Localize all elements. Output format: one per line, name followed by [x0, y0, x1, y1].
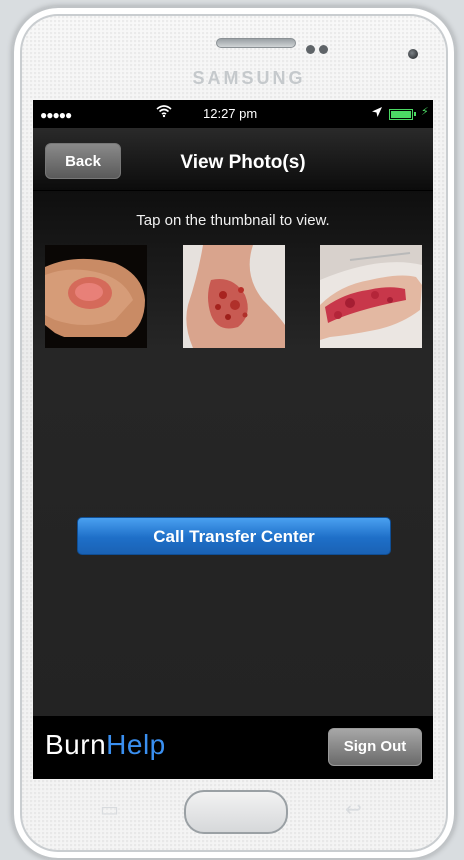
sign-out-button[interactable]: Sign Out [328, 728, 422, 766]
logo-text-help: Help [106, 729, 166, 760]
burnhelp-logo: BurnHelp [45, 729, 166, 761]
call-transfer-center-button[interactable]: Call Transfer Center [77, 517, 391, 555]
earpiece-speaker [216, 38, 296, 48]
logo-text-burn: Burn [45, 729, 107, 760]
main-content: Tap on the thumbnail to view. Call Trans… [33, 191, 433, 716]
proximity-sensor [306, 45, 315, 54]
home-button[interactable] [184, 790, 288, 834]
app-screen: ●●●●● 12:27 pm ⚡ Back View Photo(s) Tap … [33, 100, 433, 779]
charging-bolt-icon: ⚡ [421, 106, 429, 118]
page-title: View Photo(s) [180, 152, 306, 173]
photo-thumbnail-1[interactable] [45, 245, 147, 348]
instruction-text: Tap on the thumbnail to view. [136, 212, 330, 229]
photo-thumbnail-3[interactable] [320, 245, 422, 348]
front-camera [408, 49, 418, 59]
back-button[interactable]: Back [45, 143, 121, 179]
status-bar: ●●●●● 12:27 pm ⚡ [33, 100, 433, 128]
battery-tip [414, 112, 416, 116]
photo-thumbnail-2[interactable] [183, 245, 285, 348]
recent-apps-key[interactable]: ▭ [100, 797, 119, 822]
location-arrow-icon [371, 106, 383, 121]
status-time: 12:27 pm [203, 106, 258, 121]
wifi-icon [156, 104, 172, 121]
device-brand: SAMSUNG [192, 68, 306, 88]
footer-bar: BurnHelp Sign Out [33, 716, 433, 779]
light-sensor [319, 45, 328, 54]
signal-strength: ●●●●● [40, 108, 72, 122]
navigation-bar: Back View Photo(s) [33, 128, 433, 191]
back-key-icon[interactable]: ↩ [345, 797, 362, 822]
battery-charging-icon [389, 109, 413, 120]
